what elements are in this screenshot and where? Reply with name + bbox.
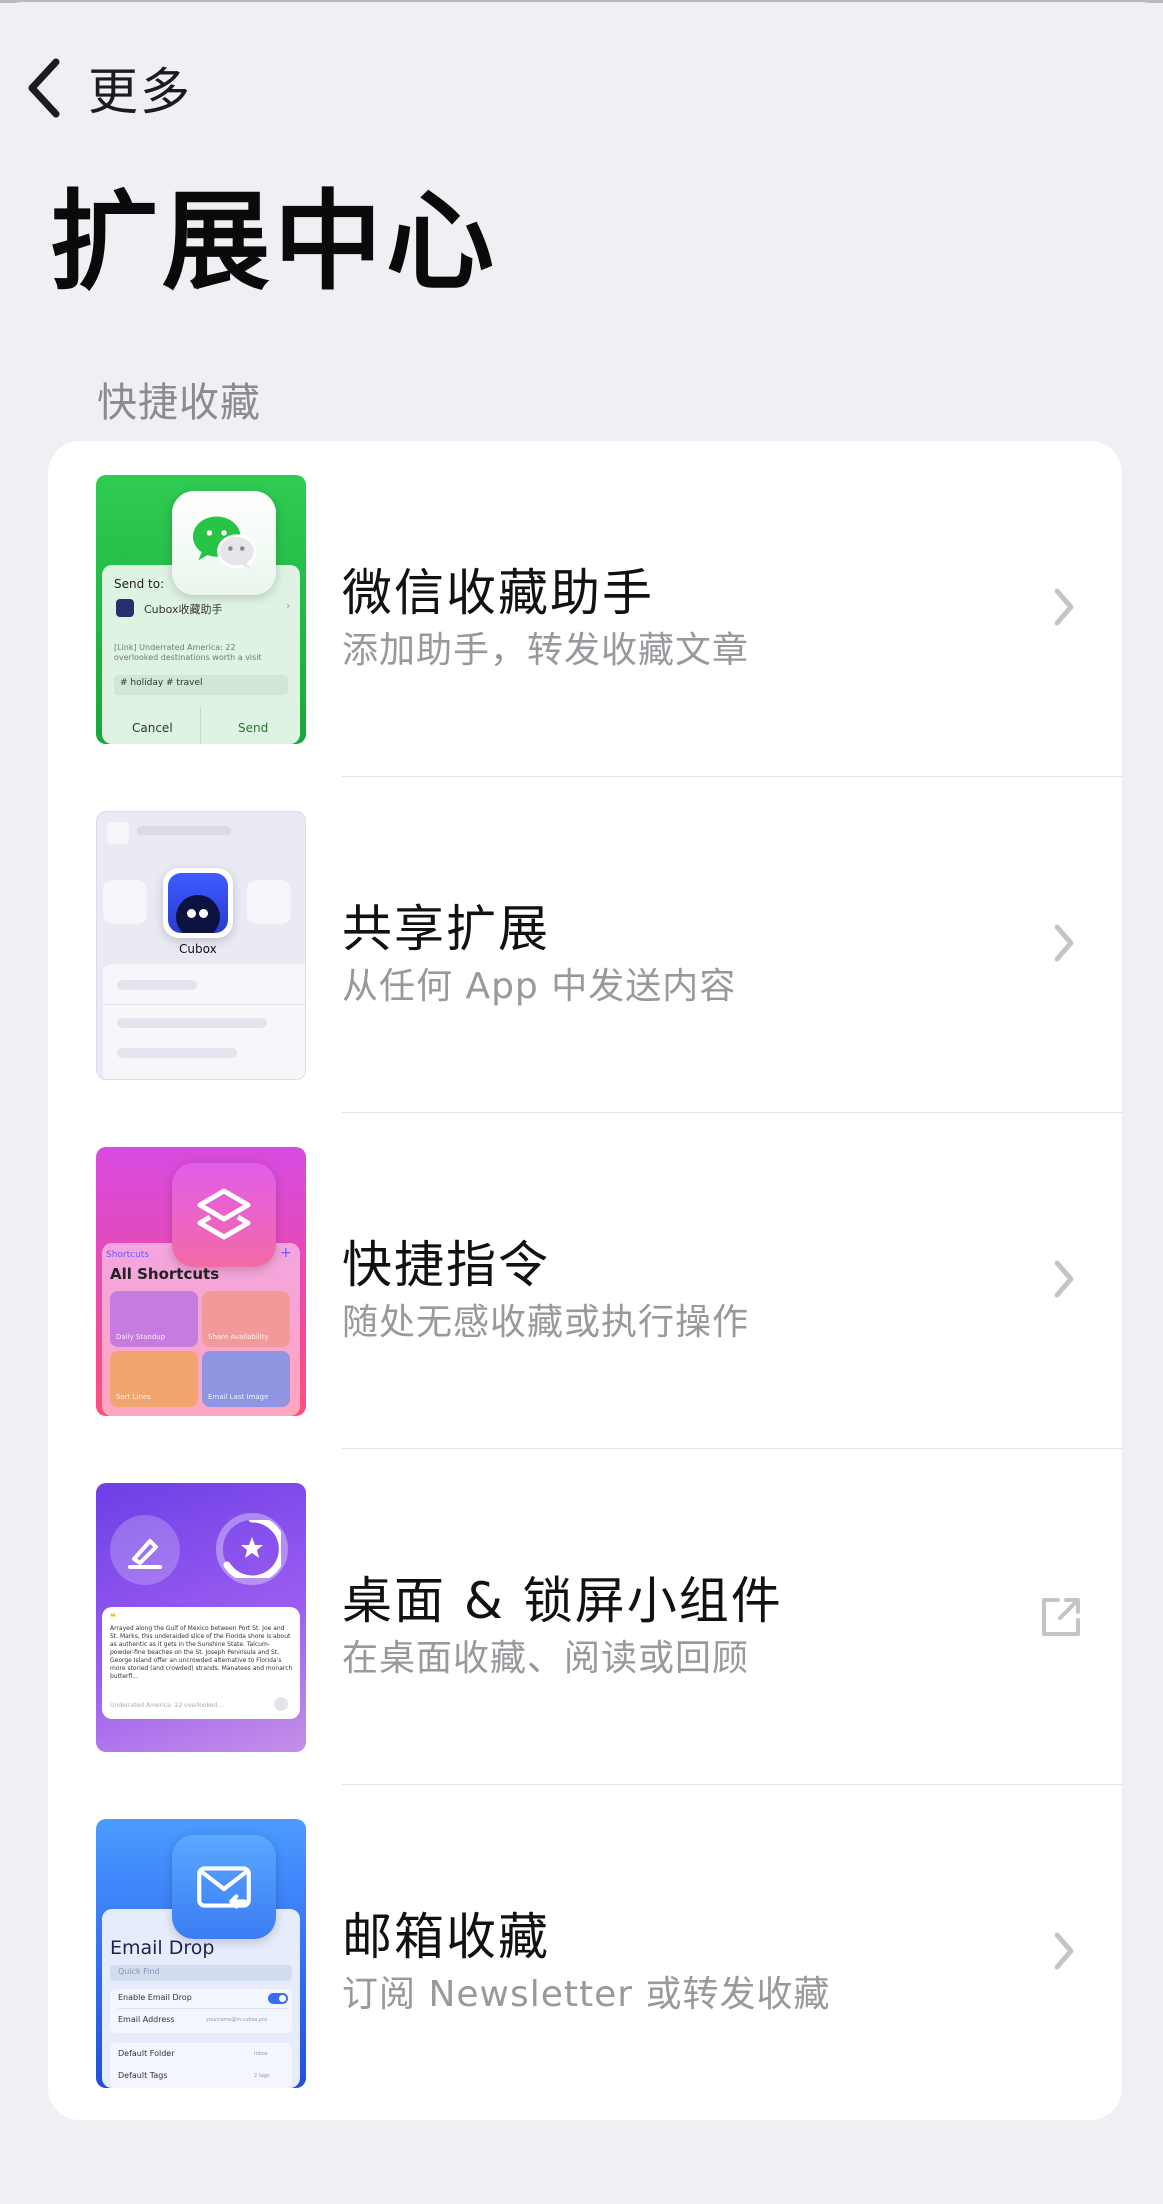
chevron-right-icon: ›	[286, 599, 291, 612]
chevron-right-icon	[1054, 924, 1074, 962]
placeholder-app	[103, 880, 147, 924]
section-header: 快捷收藏	[97, 380, 261, 426]
item-title: 邮箱收藏	[342, 1908, 550, 1966]
email-drop-app-icon	[172, 1835, 276, 1939]
default-tags-label: Default Tags	[118, 2071, 168, 2080]
add-icon: +	[280, 1245, 292, 1261]
item-title: 桌面 & 锁屏小组件	[342, 1572, 783, 1630]
item-subtitle: 随处无感收藏或执行操作	[342, 1302, 750, 1343]
list-item-wechat-helper[interactable]: Send to: Cubox收藏助手 › [Link] Underrated A…	[48, 441, 1122, 777]
placeholder-bar	[117, 1048, 237, 1058]
send-label: Send	[238, 721, 269, 735]
item-title: 共享扩展	[342, 900, 550, 958]
wechat-helper-thumbnail: Send to: Cubox收藏助手 › [Link] Underrated A…	[96, 475, 306, 744]
list-item-widgets[interactable]: ❝ Arrayed along the Gulf of Mexico betwe…	[48, 1449, 1122, 1785]
placeholder-bar	[117, 980, 197, 990]
chevron-right-icon	[1054, 1932, 1074, 1970]
extensions-list: Send to: Cubox收藏助手 › [Link] Underrated A…	[48, 441, 1122, 2120]
placeholder-line	[103, 1004, 305, 1005]
placeholder-bar	[137, 826, 231, 835]
back-label: 更多	[88, 63, 192, 121]
cubox-avatar	[116, 599, 134, 617]
send-to-label: Send to:	[114, 577, 165, 591]
tags-text: # holiday # travel	[120, 678, 203, 688]
back-button[interactable]: 更多	[22, 52, 192, 124]
item-subtitle: 在桌面收藏、阅读或回顾	[342, 1638, 750, 1679]
email-address-value: yourname@in.cubox.pro	[206, 2017, 268, 2023]
refresh-icon	[274, 1697, 288, 1711]
settings-separator	[118, 2008, 288, 2009]
link-preview-text: [Link] Underrated America: 22 overlooked…	[114, 643, 262, 662]
item-subtitle: 订阅 Newsletter 或转发收藏	[342, 1974, 831, 2015]
widget-circle	[110, 1515, 180, 1585]
item-title: 微信收藏助手	[342, 564, 654, 622]
placeholder-app	[247, 880, 291, 924]
widgets-thumbnail: ❝ Arrayed along the Gulf of Mexico betwe…	[96, 1483, 306, 1752]
quick-find-placeholder: Quick Find	[118, 1967, 160, 1976]
share-extension-thumbnail: Cubox	[96, 811, 306, 1080]
tile-label: Sort Lines	[116, 1393, 151, 1401]
shortcuts-back-label: Shortcuts	[106, 1250, 150, 1260]
chevron-right-icon	[1054, 1260, 1074, 1298]
app-name: Cubox	[179, 942, 217, 956]
placeholder-square	[107, 822, 129, 844]
quote-source: Underrated America: 22 overlooked...	[110, 1702, 224, 1709]
placeholder-bar	[117, 1018, 267, 1028]
list-item-email-drop[interactable]: Email Drop Quick Find Enable Email Drop …	[48, 1785, 1122, 2120]
default-folder-value: Inbox	[254, 2051, 268, 2057]
enable-email-drop-label: Enable Email Drop	[118, 1993, 192, 2002]
shortcuts-thumbnail: Shortcuts + All Shortcuts Daily Standup …	[96, 1147, 306, 1416]
item-title: 快捷指令	[342, 1236, 550, 1294]
toggle-knob	[279, 1995, 286, 2002]
cubox-app-icon	[163, 868, 233, 938]
external-link-icon	[1042, 1598, 1080, 1636]
tile-label: Daily Standup	[116, 1333, 166, 1341]
tile-label: Share Availability	[208, 1333, 269, 1341]
page-title: 扩展中心	[50, 180, 499, 305]
email-drop-thumbnail: Email Drop Quick Find Enable Email Drop …	[96, 1819, 306, 2088]
quote-mark-icon: ❝	[110, 1611, 116, 1624]
list-item-shortcuts[interactable]: Shortcuts + All Shortcuts Daily Standup …	[48, 1113, 1122, 1449]
wechat-icon	[172, 491, 276, 595]
item-subtitle: 添加助手，转发收藏文章	[342, 630, 750, 671]
cancel-label: Cancel	[132, 721, 173, 735]
email-drop-heading: Email Drop	[110, 1937, 215, 1959]
tile-label: Email Last Image	[208, 1393, 269, 1401]
email-address-label: Email Address	[118, 2015, 175, 2024]
item-subtitle: 从任何 App 中发送内容	[342, 966, 737, 1007]
shortcuts-app-icon	[172, 1163, 276, 1267]
shortcuts-heading: All Shortcuts	[110, 1265, 220, 1283]
button-divider	[200, 707, 201, 743]
list-item-share-extension[interactable]: Cubox 共享扩展 从任何 App 中发送内容	[48, 777, 1122, 1113]
progress-ring-widget	[216, 1513, 288, 1585]
contact-name: Cubox收藏助手	[144, 603, 223, 616]
default-tags-value: 2 tags	[254, 2073, 270, 2079]
chevron-right-icon	[1054, 588, 1074, 626]
default-folder-label: Default Folder	[118, 2049, 175, 2058]
chevron-left-icon	[28, 58, 60, 118]
quote-text: Arrayed along the Gulf of Mexico between…	[110, 1625, 293, 1680]
